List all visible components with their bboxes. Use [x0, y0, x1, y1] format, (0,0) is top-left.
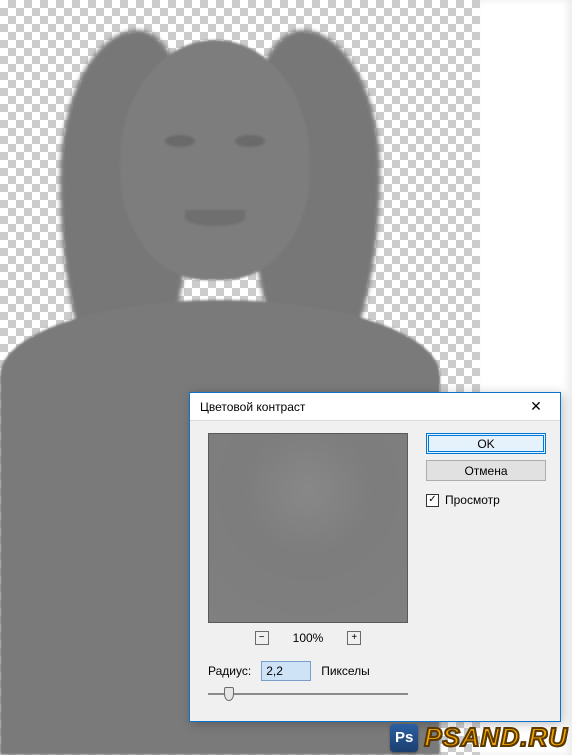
ok-button[interactable]: OK — [426, 433, 546, 454]
slider-thumb[interactable] — [224, 687, 234, 701]
cancel-label: Отмена — [464, 464, 507, 478]
slider-track — [208, 693, 408, 695]
cancel-button[interactable]: Отмена — [426, 460, 546, 481]
close-icon: ✕ — [530, 398, 542, 415]
ps-logo-icon: Ps — [390, 724, 418, 752]
minus-icon: − — [259, 633, 265, 643]
dialog-title-text: Цветовой контраст — [200, 400, 305, 414]
radius-units: Пикселы — [321, 664, 370, 678]
plus-icon: + — [351, 633, 357, 643]
preview-checkbox[interactable]: ✓ — [426, 494, 439, 507]
zoom-level: 100% — [293, 631, 324, 645]
high-pass-dialog: Цветовой контраст ✕ − 100% + Радиус: Пик — [189, 392, 561, 722]
watermark-text: PSAND.RU — [424, 722, 568, 753]
filter-preview[interactable] — [208, 433, 408, 623]
watermark: Ps PSAND.RU — [390, 722, 568, 753]
zoom-in-button[interactable]: + — [347, 631, 361, 645]
radius-slider[interactable] — [208, 685, 408, 703]
radius-label: Радиус: — [208, 664, 251, 678]
ok-label: OK — [477, 437, 494, 451]
check-icon: ✓ — [428, 495, 436, 505]
zoom-out-button[interactable]: − — [255, 631, 269, 645]
preview-checkbox-label: Просмотр — [445, 493, 500, 507]
dialog-titlebar[interactable]: Цветовой контраст ✕ — [190, 393, 560, 421]
radius-input[interactable] — [261, 661, 311, 681]
close-button[interactable]: ✕ — [516, 396, 556, 418]
